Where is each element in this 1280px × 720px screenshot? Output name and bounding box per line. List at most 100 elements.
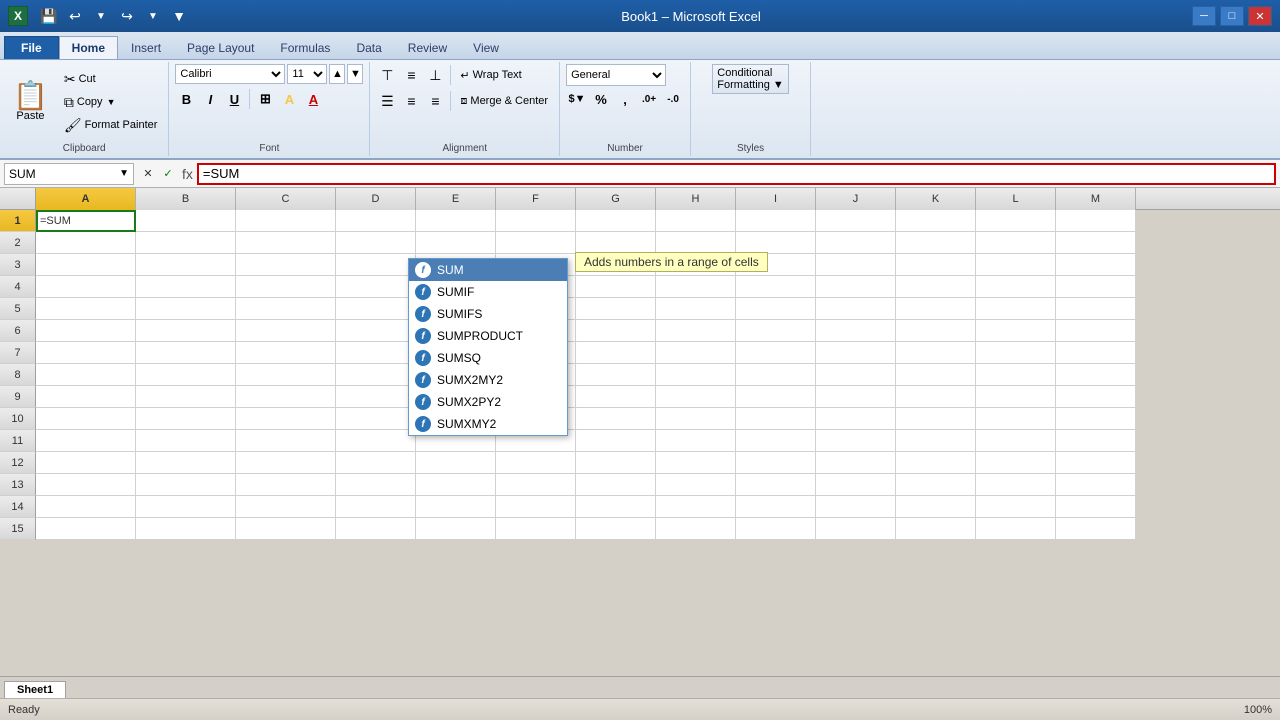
autocomplete-item-SUMIF[interactable]: f SUMIF	[409, 281, 567, 303]
col-header-E[interactable]: E	[416, 188, 496, 210]
tab-view[interactable]: View	[460, 36, 512, 59]
tab-insert[interactable]: Insert	[118, 36, 174, 59]
border-button[interactable]: ⊞	[254, 88, 276, 110]
autocomplete-item-SUMX2MY2[interactable]: f SUMX2MY2	[409, 369, 567, 391]
maximize-button[interactable]: □	[1220, 6, 1244, 26]
cell-K1[interactable]	[896, 210, 976, 232]
cell-I1[interactable]	[736, 210, 816, 232]
col-header-J[interactable]: J	[816, 188, 896, 210]
redo-arrow[interactable]: ▼	[142, 5, 164, 27]
row-num-10[interactable]: 10	[0, 408, 36, 430]
function-wizard-button[interactable]: fx	[182, 166, 193, 182]
row-num-11[interactable]: 11	[0, 430, 36, 452]
cell-M1[interactable]	[1056, 210, 1136, 232]
autocomplete-item-SUMIFS[interactable]: f SUMIFS	[409, 303, 567, 325]
formula-input[interactable]	[203, 166, 1270, 181]
autocomplete-item-SUMPRODUCT[interactable]: f SUMPRODUCT	[409, 325, 567, 347]
align-top-button[interactable]: ⊤	[376, 64, 398, 86]
cell-E1[interactable]	[416, 210, 496, 232]
row-num-7[interactable]: 7	[0, 342, 36, 364]
tab-formulas[interactable]: Formulas	[267, 36, 343, 59]
row-num-2[interactable]: 2	[0, 232, 36, 254]
row-num-8[interactable]: 8	[0, 364, 36, 386]
tab-home[interactable]: Home	[59, 36, 118, 59]
decrease-decimal-button[interactable]: -.0	[662, 88, 684, 110]
row-num-14[interactable]: 14	[0, 496, 36, 518]
row-num-9[interactable]: 9	[0, 386, 36, 408]
autocomplete-item-SUM[interactable]: f SUM	[409, 259, 567, 281]
format-painter-button[interactable]: 🖌 Format Painter	[59, 115, 163, 136]
close-button[interactable]: ✕	[1248, 6, 1272, 26]
formula-confirm-button[interactable]: ✓	[158, 164, 178, 184]
copy-dropdown-arrow[interactable]: ▼	[107, 97, 116, 107]
font-name-select[interactable]: Calibri	[175, 64, 285, 84]
redo-button[interactable]: ↪	[116, 5, 138, 27]
cell-D1[interactable]	[336, 210, 416, 232]
increase-font-size-button[interactable]: ▲	[329, 64, 345, 84]
formula-cancel-button[interactable]: ✕	[138, 164, 158, 184]
row-num-5[interactable]: 5	[0, 298, 36, 320]
tab-file[interactable]: File	[4, 36, 59, 59]
merge-center-button[interactable]: ⧈ Merge & Center	[455, 93, 553, 110]
cell-C1[interactable]	[236, 210, 336, 232]
autocomplete-item-SUMSQ[interactable]: f SUMSQ	[409, 347, 567, 369]
col-header-A[interactable]: A	[36, 188, 136, 210]
tab-page-layout[interactable]: Page Layout	[174, 36, 267, 59]
cell-B1[interactable]	[136, 210, 236, 232]
font-size-select[interactable]: 11	[287, 64, 327, 84]
fill-color-button[interactable]: A	[278, 88, 300, 110]
row-num-3[interactable]: 3	[0, 254, 36, 276]
col-header-D[interactable]: D	[336, 188, 416, 210]
align-right-button[interactable]: ≡	[424, 90, 446, 112]
align-center-button[interactable]: ≡	[400, 90, 422, 112]
number-format-select[interactable]: General	[566, 64, 666, 86]
undo-button[interactable]: ↩	[64, 5, 86, 27]
autocomplete-item-SUMX2PY2[interactable]: f SUMX2PY2	[409, 391, 567, 413]
paste-button[interactable]: 📋 Paste	[6, 79, 55, 125]
decrease-font-size-button[interactable]: ▼	[347, 64, 363, 84]
align-left-button[interactable]: ☰	[376, 90, 398, 112]
comma-button[interactable]: ,	[614, 88, 636, 110]
cut-button[interactable]: ✂ Cut	[59, 69, 163, 90]
autocomplete-item-SUMXMY2[interactable]: f SUMXMY2	[409, 413, 567, 435]
minimize-button[interactable]: ─	[1192, 6, 1216, 26]
row-num-13[interactable]: 13	[0, 474, 36, 496]
tab-review[interactable]: Review	[395, 36, 460, 59]
currency-button[interactable]: $▼	[566, 88, 588, 110]
increase-decimal-button[interactable]: .0+	[638, 88, 660, 110]
percent-button[interactable]: %	[590, 88, 612, 110]
sheet-tab-sheet1[interactable]: Sheet1	[4, 681, 66, 698]
row-num-15[interactable]: 15	[0, 518, 36, 540]
col-header-I[interactable]: I	[736, 188, 816, 210]
col-header-G[interactable]: G	[576, 188, 656, 210]
tab-data[interactable]: Data	[343, 36, 394, 59]
align-bottom-button[interactable]: ⊥	[424, 64, 446, 86]
cell-A1[interactable]: =SUM	[36, 210, 136, 232]
cell-J1[interactable]	[816, 210, 896, 232]
col-header-M[interactable]: M	[1056, 188, 1136, 210]
col-header-B[interactable]: B	[136, 188, 236, 210]
italic-button[interactable]: I	[199, 88, 221, 110]
font-color-button[interactable]: A	[302, 88, 324, 110]
col-header-K[interactable]: K	[896, 188, 976, 210]
row-num-1[interactable]: 1	[0, 210, 36, 232]
col-header-L[interactable]: L	[976, 188, 1056, 210]
row-num-4[interactable]: 4	[0, 276, 36, 298]
col-header-F[interactable]: F	[496, 188, 576, 210]
cell-G1[interactable]	[576, 210, 656, 232]
cell-L1[interactable]	[976, 210, 1056, 232]
conditional-formatting-button[interactable]: ConditionalFormatting ▼	[712, 64, 789, 94]
wrap-text-button[interactable]: ↵ Wrap Text	[455, 67, 526, 84]
row-num-6[interactable]: 6	[0, 320, 36, 342]
more-qa-button[interactable]: ▼	[168, 5, 190, 27]
align-middle-button[interactable]: ≡	[400, 64, 422, 86]
row-num-12[interactable]: 12	[0, 452, 36, 474]
underline-button[interactable]: U	[223, 88, 245, 110]
name-box[interactable]: SUM ▼	[4, 163, 134, 185]
bold-button[interactable]: B	[175, 88, 197, 110]
copy-button[interactable]: ⧉ Copy ▼	[59, 92, 163, 113]
col-header-C[interactable]: C	[236, 188, 336, 210]
name-box-dropdown-arrow[interactable]: ▼	[119, 168, 129, 179]
undo-arrow[interactable]: ▼	[90, 5, 112, 27]
cell-H1[interactable]	[656, 210, 736, 232]
